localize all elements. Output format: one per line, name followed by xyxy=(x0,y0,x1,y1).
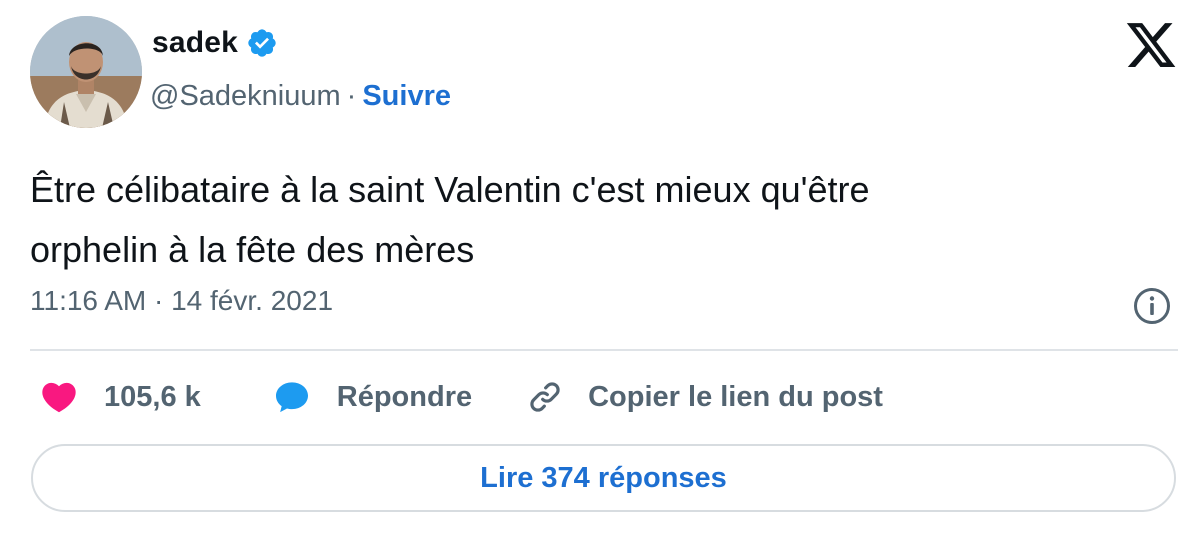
read-replies-button[interactable]: Lire 374 réponses xyxy=(31,444,1176,512)
tweet-text: Être célibataire à la saint Valentin c'e… xyxy=(30,160,1130,280)
link-icon xyxy=(524,377,566,417)
reply-label: Répondre xyxy=(336,380,473,413)
like-button[interactable]: 105,6 k xyxy=(38,377,201,417)
tweet-text-line: Être célibataire à la saint Valentin c'e… xyxy=(30,169,870,210)
divider xyxy=(30,349,1178,351)
x-logo-icon[interactable] xyxy=(1124,18,1178,72)
tweet-actions: 105,6 k Répondre Copier le lien du post xyxy=(38,374,883,420)
avatar-photo xyxy=(30,16,142,128)
info-icon[interactable] xyxy=(1132,286,1172,326)
author-handle-row: @Sadekniuum · Suivre xyxy=(150,80,451,113)
speech-bubble-icon xyxy=(271,377,313,417)
handle-separator: · xyxy=(346,80,357,112)
likes-count: 105,6 k xyxy=(104,380,201,413)
tweet-timestamp[interactable]: 11:16 AM · 14 févr. 2021 xyxy=(30,285,333,317)
avatar[interactable] xyxy=(30,16,142,128)
tweet-text-line: orphelin à la fête des mères xyxy=(30,229,475,270)
read-replies-label: Lire 374 réponses xyxy=(480,461,727,494)
follow-button[interactable]: Suivre xyxy=(362,80,451,113)
copy-link-button[interactable]: Copier le lien du post xyxy=(524,377,883,417)
verified-badge-icon xyxy=(246,27,278,59)
heart-icon xyxy=(38,377,80,417)
author-name-row: sadek xyxy=(152,26,278,60)
copy-link-label: Copier le lien du post xyxy=(588,380,883,413)
reply-button[interactable]: Répondre xyxy=(271,377,472,417)
author-name[interactable]: sadek xyxy=(152,26,238,60)
author-handle[interactable]: @Sadekniuum xyxy=(150,80,341,113)
